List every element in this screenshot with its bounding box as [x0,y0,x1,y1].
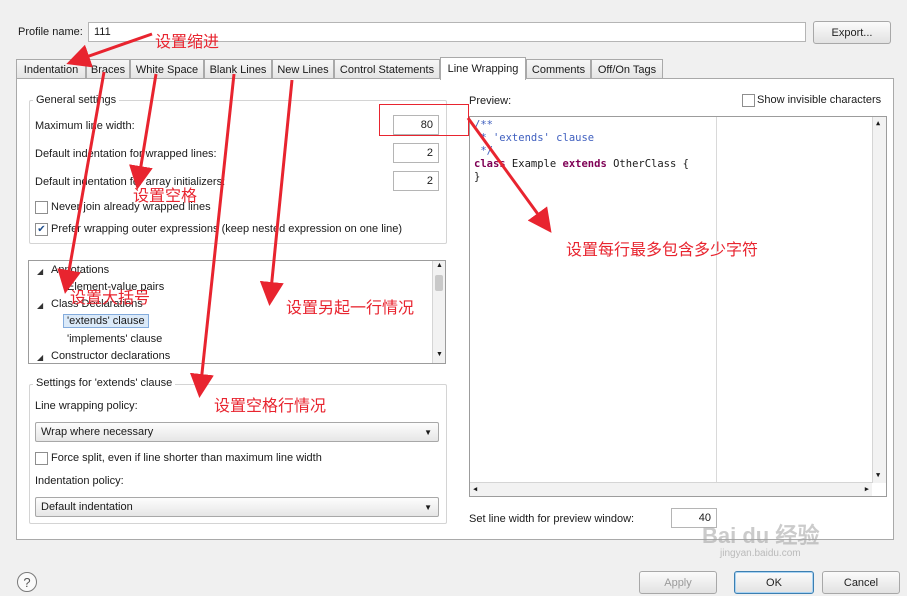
baidu-watermark: Bai du 经验 [702,523,820,548]
tab-off-on-tags[interactable]: Off/On Tags [591,59,663,79]
tab-indentation[interactable]: Indentation [16,59,86,79]
annotation-braces: 设置大括号 [70,288,151,307]
export-button[interactable]: Export... [813,21,891,44]
preview-vscrollbar[interactable]: ▲ ▼ [872,117,886,483]
scroll-down-icon[interactable]: ▼ [436,351,443,358]
annotation-blank-lines: 设置空格行情况 [214,396,327,415]
show-invisible-checkbox[interactable] [742,94,755,107]
profile-name-value: 111 [94,26,111,38]
expanded-triangle-icon[interactable]: ◢ [37,301,43,310]
tab-new-lines[interactable]: New Lines [272,59,334,79]
tree-item-annotations[interactable]: Annotations [51,264,109,276]
line-wrapping-policy-label: Line wrapping policy: [35,400,138,412]
extends-settings-title: Settings for 'extends' clause [33,377,176,389]
prefer-outer-label: Prefer wrapping outer expressions (keep … [51,223,402,235]
annotation-new-lines: 设置另起一行情况 [286,298,415,317]
chevron-down-icon: ▼ [424,503,432,512]
scroll-right-icon[interactable]: ▶ [865,485,869,493]
tab-line-wrapping[interactable]: Line Wrapping [440,57,526,80]
tab-white-space[interactable]: White Space [130,59,204,79]
scroll-up-icon[interactable]: ▲ [436,262,443,269]
expanded-triangle-icon[interactable]: ◢ [37,267,43,276]
expanded-triangle-icon[interactable]: ◢ [37,353,43,362]
tab-control-statements[interactable]: Control Statements [334,59,440,79]
tab-comments[interactable]: Comments [526,59,591,79]
preview-label: Preview: [469,95,512,107]
tree-scrollbar[interactable]: ▲ ▼ [432,261,445,363]
code-line-3: */ [474,145,493,157]
check-icon: ✔ [37,223,46,235]
tab-braces[interactable]: Braces [86,59,130,79]
never-join-checkbox[interactable] [35,201,48,214]
preview-hscrollbar[interactable]: ◀ ▶ [470,482,872,496]
tab-blank-lines[interactable]: Blank Lines [204,59,272,79]
tree-item-extends-clause[interactable]: 'extends' clause [63,314,149,328]
array-indent-input[interactable]: 2 [393,171,439,191]
wrapped-indent-input[interactable]: 2 [393,143,439,163]
show-invisible-label: Show invisible characters [757,94,882,106]
scroll-down-icon[interactable]: ▼ [876,471,880,479]
ok-button[interactable]: OK [734,571,814,594]
indentation-policy-select[interactable]: Default indentation ▼ [35,497,439,517]
print-margin-line [716,117,717,483]
max-width-highlight-box [379,104,469,136]
max-line-width-label: Maximum line width: [35,120,135,132]
help-icon[interactable]: ? [17,572,37,592]
annotation-white-space: 设置空格 [133,186,198,205]
scroll-up-icon[interactable]: ▲ [876,119,880,127]
code-line-5: } [474,171,481,183]
force-split-checkbox[interactable] [35,452,48,465]
wrapped-indent-label: Default indentation for wrapped lines: [35,148,217,160]
general-settings-title: General settings [33,94,120,106]
tree-scroll-thumb[interactable] [435,275,443,291]
annotation-indentation: 设置缩进 [155,32,220,51]
indentation-policy-label: Indentation policy: [35,475,124,487]
code-line-4: class Example extends OtherClass { [474,158,689,170]
line-wrapping-panel: General settings Maximum line width: 80 … [16,78,894,540]
chevron-down-icon: ▼ [424,428,432,437]
code-line-2: * 'extends' clause [474,132,595,144]
baidu-watermark-url: jingyan.baidu.com [720,548,801,559]
line-wrapping-policy-select[interactable]: Wrap where necessary ▼ [35,422,439,442]
code-line-1: /** [474,119,493,131]
annotation-max-width: 设置每行最多包含多少字符 [566,240,759,259]
scroll-left-icon[interactable]: ◀ [473,485,477,493]
preview-code-area[interactable]: /** * 'extends' clause */ class Example … [469,116,887,497]
force-split-label: Force split, even if line shorter than m… [51,452,322,464]
apply-button[interactable]: Apply [639,571,717,594]
profile-name-label: Profile name: [18,26,83,38]
tree-item-implements-clause[interactable]: 'implements' clause [67,333,162,345]
cancel-button[interactable]: Cancel [822,571,900,594]
preview-width-label: Set line width for preview window: [469,513,635,525]
tree-item-constructor-declarations[interactable]: Constructor declarations [51,350,170,362]
prefer-outer-checkbox[interactable]: ✔ [35,223,48,236]
